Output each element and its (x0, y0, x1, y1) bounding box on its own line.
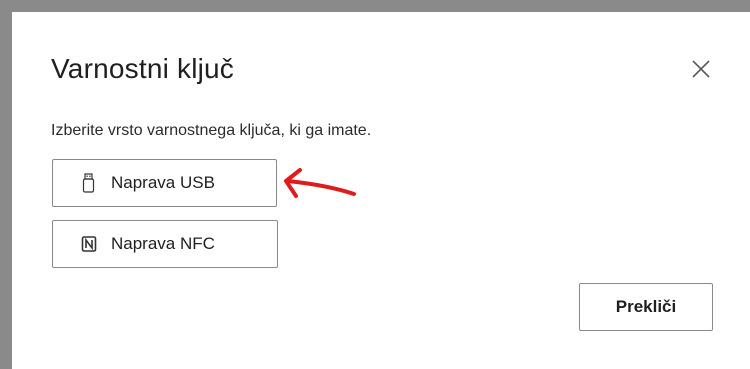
nfc-device-label: Naprava NFC (111, 234, 215, 253)
dialog-title: Varnostni ključ (51, 53, 235, 84)
annotation-arrow-icon (284, 168, 356, 198)
nfc-icon (81, 234, 97, 254)
usb-device-label: Naprava USB (111, 173, 215, 192)
nfc-device-button[interactable]: Naprava NFC (52, 220, 278, 268)
cancel-button[interactable]: Prekliči (579, 283, 713, 331)
close-icon[interactable] (690, 58, 712, 80)
security-key-dialog: Varnostni ključ Izberite vrsto varnostne… (12, 12, 750, 369)
usb-device-button[interactable]: Naprava USB (52, 159, 277, 207)
dialog-instructions: Izberite vrsto varnostnega ključa, ki ga… (51, 122, 372, 139)
usb-key-icon (81, 173, 97, 193)
